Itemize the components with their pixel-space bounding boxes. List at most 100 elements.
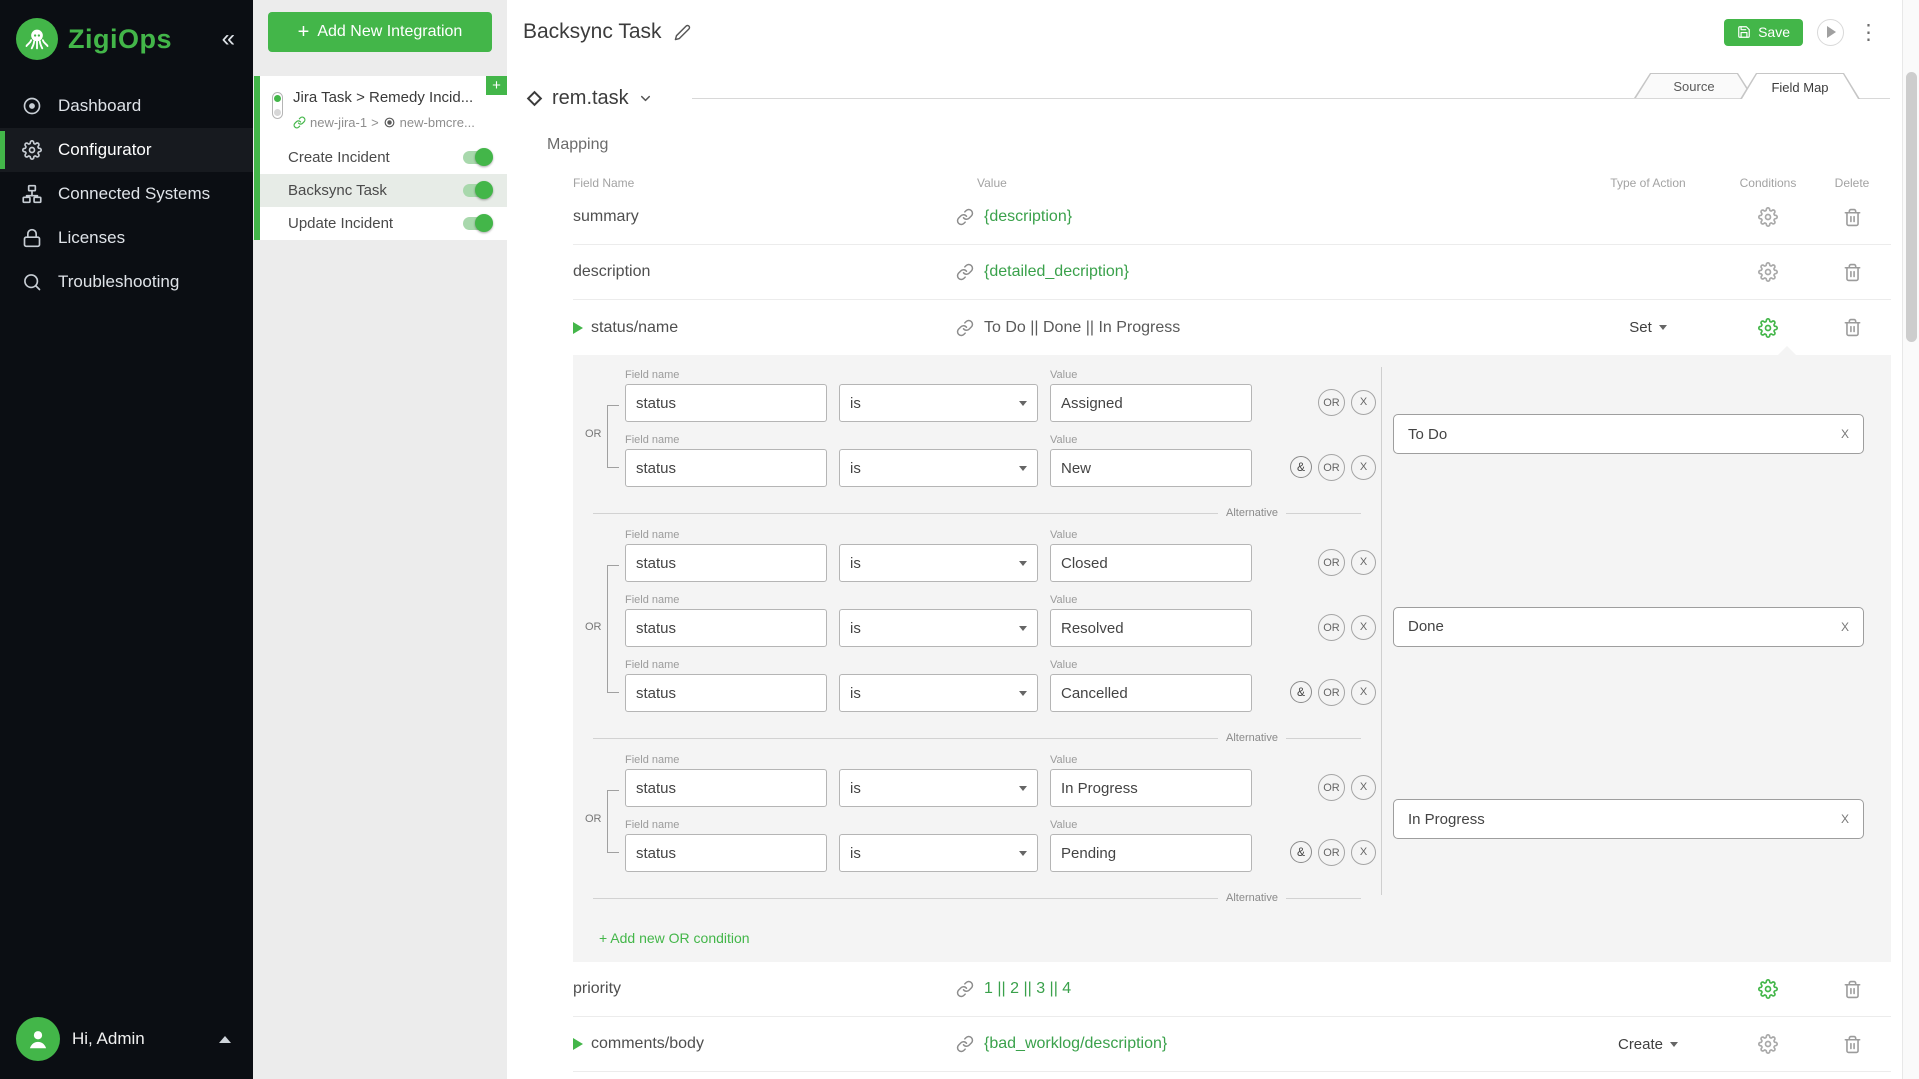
result-value-input[interactable]: To Do X <box>1393 414 1864 454</box>
integration-status-pill <box>272 92 283 119</box>
clear-result-button[interactable]: X <box>1841 620 1849 634</box>
condition-value-input[interactable] <box>1050 609 1252 647</box>
add-or-condition-link[interactable]: + Add new OR condition <box>599 930 750 946</box>
vertical-scrollbar[interactable] <box>1902 0 1919 1079</box>
or-button[interactable]: OR <box>1318 679 1345 706</box>
add-task-button[interactable]: + <box>486 76 507 95</box>
condition-operator-select[interactable]: is <box>839 674 1038 712</box>
conditions-button[interactable] <box>1758 1034 1778 1054</box>
condition-field-input[interactable] <box>625 609 827 647</box>
remove-condition-button[interactable]: X <box>1351 840 1376 865</box>
condition-field-input[interactable] <box>625 769 827 807</box>
or-button[interactable]: OR <box>1318 454 1345 481</box>
or-button[interactable]: OR <box>1318 389 1345 416</box>
remove-condition-button[interactable]: X <box>1351 775 1376 800</box>
integration-card[interactable]: + Jira Task > Remedy Incid... new-jira-1… <box>260 76 507 141</box>
field-value[interactable]: {bad_worklog/description} <box>984 1035 1167 1053</box>
task-item-create-incident[interactable]: Create Incident <box>260 141 507 174</box>
condition-value-input[interactable] <box>1050 674 1252 712</box>
chevron-down-icon[interactable] <box>638 91 653 106</box>
user-menu[interactable]: Hi, Admin <box>0 1001 253 1079</box>
condition-operator-select[interactable]: is <box>839 544 1038 582</box>
tab-source[interactable]: Source <box>1634 73 1754 98</box>
task-toggle[interactable] <box>463 184 493 197</box>
tab-field-map[interactable]: Field Map <box>1740 73 1860 99</box>
operator-value: is <box>850 685 861 702</box>
or-button[interactable]: OR <box>1318 549 1345 576</box>
condition-operator-select[interactable]: is <box>839 769 1038 807</box>
remove-condition-button[interactable]: X <box>1351 390 1376 415</box>
field-value[interactable]: 1 || 2 || 3 || 4 <box>984 980 1071 998</box>
expand-row-icon[interactable] <box>573 1038 583 1050</box>
condition-value-input[interactable] <box>1050 384 1252 422</box>
delete-row-button[interactable] <box>1843 1035 1862 1054</box>
conditions-button[interactable] <box>1758 318 1778 338</box>
type-of-action-dropdown[interactable]: Set <box>1573 319 1723 336</box>
field-name: status/name <box>591 319 678 337</box>
sidebar-item-licenses[interactable]: Licenses <box>0 216 253 260</box>
conditions-button[interactable] <box>1758 207 1778 227</box>
more-menu-button[interactable]: ⋮ <box>1858 22 1879 43</box>
field-value[interactable]: To Do || Done || In Progress <box>984 319 1180 337</box>
task-toggle[interactable] <box>463 151 493 164</box>
scrollbar-thumb[interactable] <box>1906 72 1917 342</box>
condition-value-input[interactable] <box>1050 544 1252 582</box>
condition-value-input[interactable] <box>1050 449 1252 487</box>
or-connector-label: OR <box>585 813 602 825</box>
condition-field-input[interactable] <box>625 384 827 422</box>
sidebar-item-dashboard[interactable]: Dashboard <box>0 84 253 128</box>
condition-field-input[interactable] <box>625 834 827 872</box>
or-button[interactable]: OR <box>1318 839 1345 866</box>
remove-condition-button[interactable]: X <box>1351 550 1376 575</box>
and-button[interactable]: & <box>1290 456 1312 478</box>
condition-operator-select[interactable]: is <box>839 834 1038 872</box>
field-value[interactable]: {detailed_decription} <box>984 263 1129 281</box>
sidebar-item-label: Dashboard <box>58 96 141 116</box>
clear-result-button[interactable]: X <box>1841 427 1849 441</box>
sidebar-nav: Dashboard Configurator Connected Systems… <box>0 84 253 304</box>
task-item-update-incident[interactable]: Update Incident <box>260 207 507 240</box>
condition-field-input[interactable] <box>625 674 827 712</box>
edit-icon[interactable] <box>674 24 691 41</box>
chevron-down-icon <box>1019 626 1027 631</box>
task-toggle[interactable] <box>463 217 493 230</box>
remove-condition-button[interactable]: X <box>1351 680 1376 705</box>
conditions-button[interactable] <box>1758 262 1778 282</box>
condition-operator-select[interactable]: is <box>839 384 1038 422</box>
delete-row-button[interactable] <box>1843 263 1862 282</box>
field-name-label: Field name <box>625 819 827 831</box>
field-value[interactable]: {description} <box>984 208 1072 226</box>
result-value-input[interactable]: In Progress X <box>1393 799 1864 839</box>
remove-condition-button[interactable]: X <box>1351 455 1376 480</box>
field-name-label: Field name <box>625 754 827 766</box>
or-button[interactable]: OR <box>1318 774 1345 801</box>
run-button[interactable] <box>1817 19 1844 46</box>
condition-field-input[interactable] <box>625 544 827 582</box>
expand-row-icon[interactable] <box>573 322 583 334</box>
or-button[interactable]: OR <box>1318 614 1345 641</box>
remove-condition-button[interactable]: X <box>1351 615 1376 640</box>
conditions-button[interactable] <box>1758 979 1778 999</box>
clear-result-button[interactable]: X <box>1841 812 1849 826</box>
add-integration-button[interactable]: + Add New Integration <box>268 12 492 52</box>
condition-field-input[interactable] <box>625 449 827 487</box>
type-of-action-dropdown[interactable]: Create <box>1573 1036 1723 1053</box>
condition-operator-select[interactable]: is <box>839 609 1038 647</box>
condition-row: Field name is Value ORX <box>625 754 1381 807</box>
sidebar-collapse-button[interactable]: « <box>222 27 235 51</box>
and-button[interactable]: & <box>1290 841 1312 863</box>
save-button[interactable]: Save <box>1724 19 1803 46</box>
condition-operator-select[interactable]: is <box>839 449 1038 487</box>
sidebar-item-configurator[interactable]: Configurator <box>0 128 253 172</box>
condition-value-input[interactable] <box>1050 769 1252 807</box>
sidebar-item-connected-systems[interactable]: Connected Systems <box>0 172 253 216</box>
and-button[interactable]: & <box>1290 681 1312 703</box>
delete-row-button[interactable] <box>1843 980 1862 999</box>
task-item-backsync-task[interactable]: Backsync Task <box>260 174 507 207</box>
delete-row-button[interactable] <box>1843 318 1862 337</box>
result-value-input[interactable]: Done X <box>1393 607 1864 647</box>
condition-value-input[interactable] <box>1050 834 1252 872</box>
main-header: Backsync Task Save ⋮ <box>507 0 1919 64</box>
sidebar-item-troubleshooting[interactable]: Troubleshooting <box>0 260 253 304</box>
delete-row-button[interactable] <box>1843 208 1862 227</box>
